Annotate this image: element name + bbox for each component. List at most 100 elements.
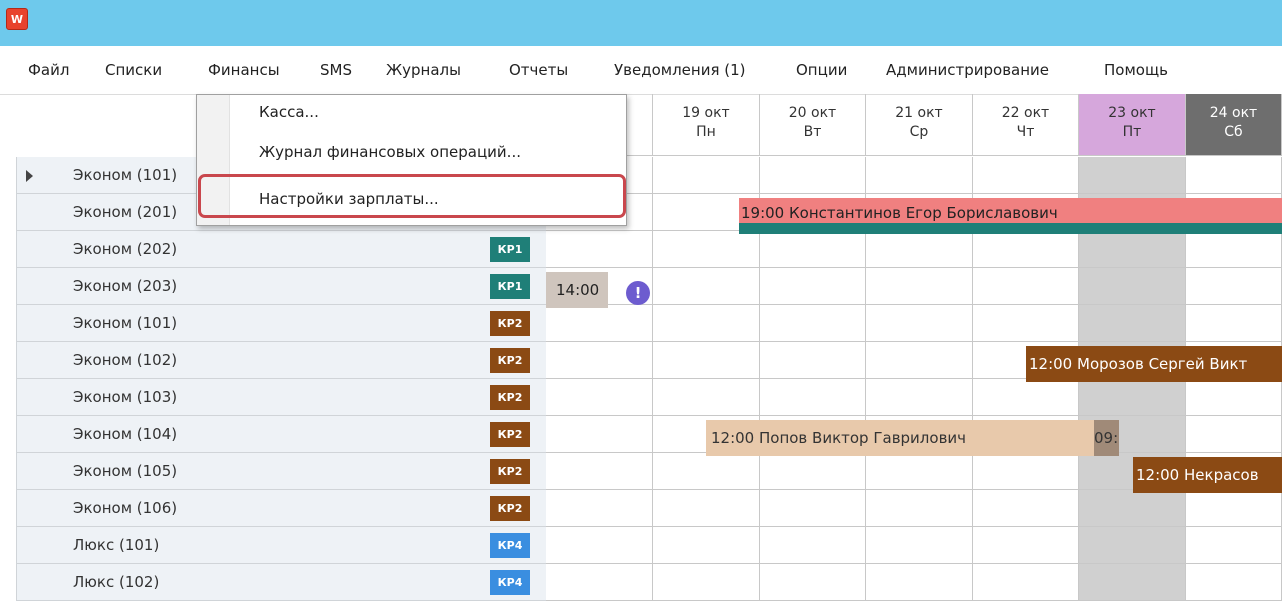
- day-cell[interactable]: [546, 416, 653, 453]
- menu-help[interactable]: Помощь: [1104, 46, 1168, 94]
- day-cell[interactable]: [866, 490, 973, 527]
- day-cell[interactable]: [546, 342, 653, 379]
- day-cell[interactable]: [653, 490, 760, 527]
- day-cell[interactable]: [1079, 157, 1186, 194]
- menu-reports[interactable]: Отчеты: [509, 46, 568, 94]
- day-cell[interactable]: [1186, 379, 1282, 416]
- day-cell[interactable]: [973, 564, 1079, 601]
- day-cell[interactable]: [546, 564, 653, 601]
- day-cell[interactable]: [760, 379, 866, 416]
- day-cell[interactable]: [1186, 490, 1282, 527]
- table-row[interactable]: Люкс (102) КР4: [0, 564, 1282, 601]
- date-header-weekend[interactable]: 24 окт Сб: [1186, 94, 1282, 156]
- table-row[interactable]: Эконом (101) КР2: [0, 305, 1282, 342]
- day-cell[interactable]: [866, 379, 973, 416]
- day-cell[interactable]: [546, 379, 653, 416]
- day-cell[interactable]: [760, 157, 866, 194]
- day-cell[interactable]: [973, 453, 1079, 490]
- booking-bar[interactable]: 12:00 Попов Виктор Гаврилович: [706, 420, 1094, 456]
- menu-item-cashbox[interactable]: Касса...: [259, 97, 319, 127]
- day-cell[interactable]: [760, 231, 866, 268]
- table-row[interactable]: Эконом (105) КР2: [0, 453, 1282, 490]
- day-cell[interactable]: [546, 527, 653, 564]
- table-row[interactable]: Эконом (103) КР2: [0, 379, 1282, 416]
- day-cell[interactable]: [760, 453, 866, 490]
- day-cell[interactable]: [866, 268, 973, 305]
- day-cell[interactable]: [866, 342, 973, 379]
- day-cell[interactable]: [973, 157, 1079, 194]
- day-cell[interactable]: [760, 342, 866, 379]
- day-cell[interactable]: [973, 268, 1079, 305]
- app-logo-icon[interactable]: W: [6, 8, 28, 30]
- day-cell[interactable]: [546, 453, 653, 490]
- booking-bar[interactable]: 12:00 Морозов Сергей Викт: [1026, 346, 1282, 382]
- day-cell[interactable]: [1186, 564, 1282, 601]
- day-cell[interactable]: [653, 268, 760, 305]
- day-cell[interactable]: [760, 527, 866, 564]
- day-cell[interactable]: [760, 564, 866, 601]
- day-cell[interactable]: [973, 305, 1079, 342]
- menu-item-finance-journal[interactable]: Журнал финансовых операций...: [259, 137, 521, 167]
- day-cell[interactable]: [653, 453, 760, 490]
- menu-journals[interactable]: Журналы: [386, 46, 461, 94]
- date-header-cell[interactable]: 21 окт Ср: [866, 94, 973, 156]
- menu-sms[interactable]: SMS: [320, 46, 352, 94]
- day-cell[interactable]: [653, 527, 760, 564]
- day-cell[interactable]: [653, 305, 760, 342]
- day-cell[interactable]: [1186, 305, 1282, 342]
- booking-bar[interactable]: 09:00: [1094, 420, 1119, 456]
- date-header-cell[interactable]: 20 окт Вт: [760, 94, 866, 156]
- day-cell[interactable]: [866, 527, 973, 564]
- menu-options[interactable]: Опции: [796, 46, 847, 94]
- day-cell[interactable]: [1079, 564, 1186, 601]
- day-cell[interactable]: [653, 379, 760, 416]
- day-cell[interactable]: [973, 527, 1079, 564]
- day-cell[interactable]: [866, 305, 973, 342]
- day-cell[interactable]: [760, 490, 866, 527]
- day-cell[interactable]: [1079, 379, 1186, 416]
- day-cell[interactable]: [973, 490, 1079, 527]
- day-cell[interactable]: [653, 231, 760, 268]
- exclamation-circle-icon[interactable]: !: [626, 281, 650, 305]
- menu-file[interactable]: Файл: [28, 46, 69, 94]
- day-cell[interactable]: [1079, 490, 1186, 527]
- booking-bar[interactable]: 14:00: [546, 272, 608, 308]
- date-header-today[interactable]: 23 окт Пт: [1079, 94, 1186, 156]
- day-cell[interactable]: [1186, 416, 1282, 453]
- day-cell[interactable]: [1186, 268, 1282, 305]
- day-cell[interactable]: [973, 231, 1079, 268]
- date-header-cell[interactable]: 22 окт Чт: [973, 94, 1079, 156]
- booking-bar[interactable]: 19:00 Константинов Егор Бориславович: [739, 198, 1282, 234]
- booking-bar[interactable]: 12:00 Некрасов: [1133, 457, 1282, 493]
- table-row[interactable]: Люкс (101) КР4: [0, 527, 1282, 564]
- day-cell[interactable]: [1079, 231, 1186, 268]
- table-row[interactable]: Эконом (106) КР2: [0, 490, 1282, 527]
- table-row[interactable]: Эконом (202) КР1: [0, 231, 1282, 268]
- day-cell[interactable]: [653, 564, 760, 601]
- menu-lists[interactable]: Списки: [105, 46, 162, 94]
- day-cell[interactable]: [866, 231, 973, 268]
- day-cell[interactable]: [973, 379, 1079, 416]
- day-cell[interactable]: [653, 157, 760, 194]
- menu-notifications[interactable]: Уведомления (1): [614, 46, 745, 94]
- day-cell[interactable]: [1186, 231, 1282, 268]
- day-cell[interactable]: [1079, 305, 1186, 342]
- day-cell[interactable]: [866, 157, 973, 194]
- day-cell[interactable]: [1079, 527, 1186, 564]
- room-name-cell: Эконом (105): [16, 453, 546, 490]
- date-header-cell[interactable]: 19 окт Пн: [653, 94, 760, 156]
- day-cell[interactable]: [1079, 268, 1186, 305]
- menu-finance[interactable]: Финансы: [208, 46, 280, 94]
- day-cell[interactable]: [546, 231, 653, 268]
- day-cell[interactable]: [546, 490, 653, 527]
- day-cell[interactable]: [760, 305, 866, 342]
- day-cell[interactable]: [546, 305, 653, 342]
- day-cell[interactable]: [1186, 157, 1282, 194]
- day-cell[interactable]: [866, 564, 973, 601]
- table-row[interactable]: Эконом (101)КР1: [0, 157, 1282, 194]
- day-cell[interactable]: [760, 268, 866, 305]
- menu-administration[interactable]: Администрирование: [886, 46, 1049, 94]
- day-cell[interactable]: [653, 342, 760, 379]
- day-cell[interactable]: [1186, 527, 1282, 564]
- day-cell[interactable]: [866, 453, 973, 490]
